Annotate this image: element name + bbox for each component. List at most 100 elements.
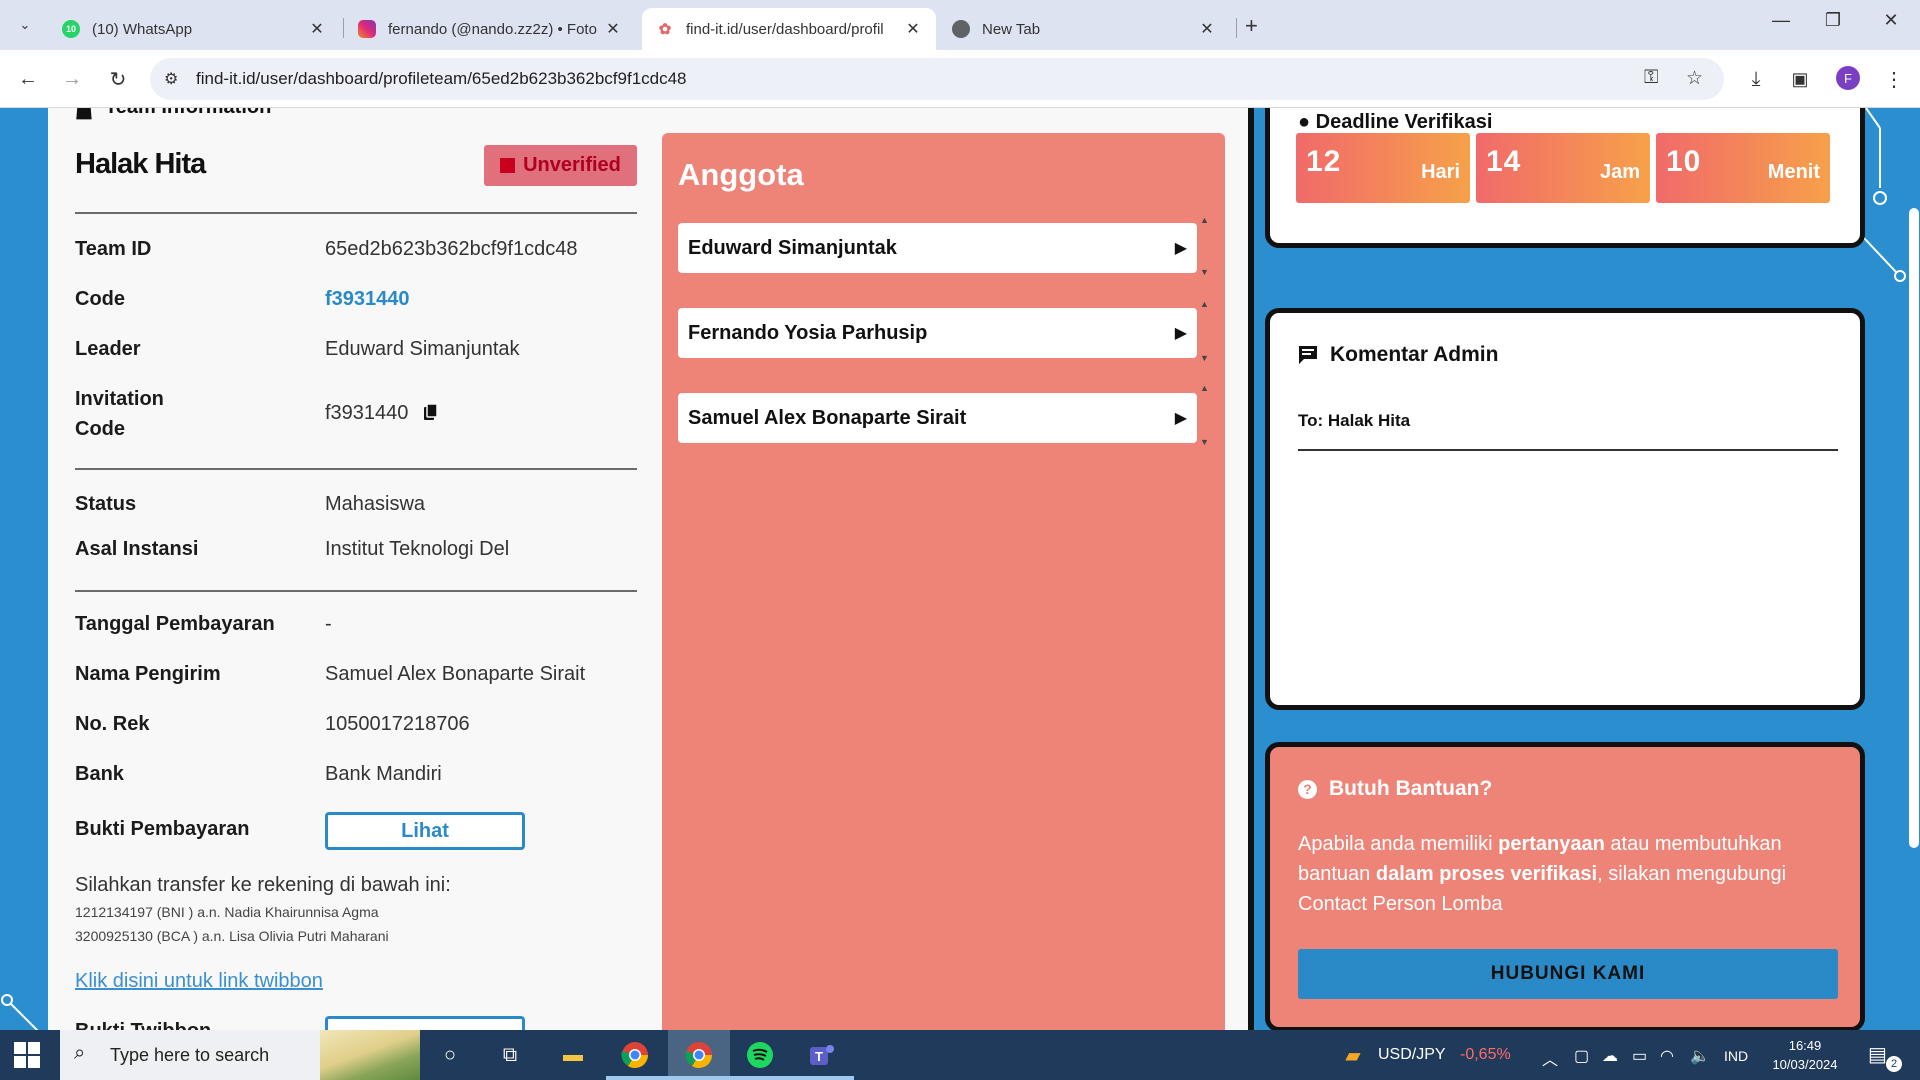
- scrollbar-thumb[interactable]: [1909, 208, 1919, 848]
- spinner-up-icon[interactable]: ▲: [1200, 215, 1209, 225]
- tab-search-button[interactable]: ⌄: [12, 12, 38, 38]
- forward-icon[interactable]: →: [58, 65, 86, 93]
- spinner-down-icon[interactable]: ▼: [1200, 437, 1209, 447]
- close-window-icon[interactable]: ✕: [1876, 10, 1906, 31]
- tab-title: New Tab: [982, 20, 1041, 38]
- url-text[interactable]: find-it.id/user/dashboard/profileteam/65…: [196, 69, 687, 89]
- site-info-icon[interactable]: ⚙: [164, 69, 178, 89]
- nama-pengirim-label: Nama Pengirim: [75, 663, 221, 685]
- lihat-button[interactable]: Lihat: [325, 812, 525, 850]
- notification-icon[interactable]: ▤: [1868, 1042, 1887, 1067]
- close-tab-icon[interactable]: ✕: [308, 19, 326, 39]
- taskbar-search[interactable]: ⌕ Type here to search: [60, 1030, 420, 1080]
- komentar-recipient: To: Halak Hita: [1298, 411, 1411, 430]
- tab-find-it[interactable]: ✿ find-it.id/user/dashboard/profil ✕: [642, 8, 936, 50]
- language-indicator[interactable]: IND: [1724, 1048, 1748, 1064]
- cortana-icon[interactable]: ○: [435, 1040, 465, 1070]
- no-rek-label: No. Rek: [75, 713, 150, 735]
- status-value: Mahasiswa: [325, 493, 426, 515]
- copy-icon[interactable]: [424, 404, 438, 422]
- bookmark-star-icon[interactable]: ☆: [1686, 67, 1703, 90]
- spinner-down-icon[interactable]: ▼: [1200, 267, 1209, 277]
- file-explorer-icon[interactable]: ▬: [558, 1040, 588, 1070]
- battery-icon[interactable]: ▭: [1632, 1046, 1647, 1066]
- hubungi-kami-button[interactable]: HUBUNGI KAMI: [1298, 949, 1838, 999]
- leader-value: Eduward Simanjuntak: [325, 338, 520, 360]
- tab-title: fernando (@nando.zz2z) • Foto: [388, 20, 597, 38]
- volume-icon[interactable]: 🔈: [1690, 1046, 1710, 1066]
- meet-now-icon[interactable]: ▢: [1574, 1046, 1589, 1066]
- team-id-label: Team ID: [75, 238, 152, 260]
- no-rek-value: 1050017218706: [325, 713, 470, 735]
- ticker-change[interactable]: -0,65%: [1460, 1046, 1511, 1064]
- system-clock[interactable]: 16:49 10/03/2024: [1768, 1036, 1842, 1074]
- chrome-profile-taskbar-icon[interactable]: [684, 1040, 714, 1070]
- expand-arrow-icon: ▶: [1174, 325, 1187, 342]
- new-tab-button[interactable]: +: [1245, 13, 1258, 39]
- spotify-icon[interactable]: [745, 1040, 775, 1070]
- close-tab-icon[interactable]: ✕: [1198, 19, 1216, 39]
- close-tab-icon[interactable]: ✕: [604, 19, 622, 39]
- spinner-down-icon[interactable]: ▼: [1200, 353, 1209, 363]
- notification-count-badge: 2: [1886, 1056, 1902, 1072]
- side-panel-icon[interactable]: ▣: [1786, 65, 1814, 93]
- column-divider: [1248, 108, 1254, 1030]
- onedrive-icon[interactable]: ☁: [1602, 1046, 1618, 1066]
- restore-icon[interactable]: ❐: [1818, 10, 1848, 31]
- member-item[interactable]: Fernando Yosia Parhusip ▶: [678, 308, 1197, 358]
- search-icon: ⌕: [74, 1042, 86, 1064]
- bukti-twibbon-label: Bukti Twibbon: [75, 1020, 211, 1030]
- tray-chevron-icon[interactable]: ︿: [1542, 1046, 1558, 1070]
- spinner-up-icon[interactable]: ▲: [1200, 383, 1209, 393]
- reload-icon[interactable]: ↻: [104, 65, 132, 93]
- bantuan-text-bold: dalam proses verifikasi: [1375, 863, 1598, 885]
- code-label: Code: [75, 288, 125, 310]
- tab-new-tab[interactable]: New Tab ✕: [938, 8, 1230, 50]
- user-icon: ☗: [75, 108, 93, 124]
- member-item[interactable]: Eduward Simanjuntak ▶: [678, 223, 1197, 273]
- download-icon[interactable]: ⤓: [1742, 65, 1770, 93]
- chrome-taskbar-icon[interactable]: [620, 1040, 650, 1070]
- url-field[interactable]: ⚙ find-it.id/user/dashboard/profileteam/…: [150, 58, 1724, 100]
- twibbon-link[interactable]: Klik disini untuk link twibbon: [75, 970, 323, 993]
- invitation-label-line1: Invitation: [75, 388, 164, 410]
- password-key-icon[interactable]: ⚿: [1644, 67, 1658, 89]
- stock-ticker-icon[interactable]: ▰: [1338, 1040, 1368, 1070]
- whatsapp-icon: 10: [62, 20, 80, 38]
- back-icon[interactable]: ←: [14, 65, 42, 93]
- decor-circuit-left: [1, 994, 39, 1030]
- windows-taskbar: ⌕ Type here to search ○ ⧉ ▬ T ▰ USD/JPY …: [0, 1030, 1920, 1080]
- minimize-icon[interactable]: —: [1766, 10, 1796, 31]
- windows-start-icon[interactable]: [14, 1042, 40, 1068]
- running-indicator: [792, 1076, 854, 1080]
- tab-instagram[interactable]: fernando (@nando.zz2z) • Foto ✕: [344, 8, 636, 50]
- tanggal-pembayaran-value: -: [325, 613, 332, 635]
- lihat-twibbon-button[interactable]: [325, 1016, 525, 1030]
- close-tab-icon[interactable]: ✕: [904, 19, 922, 39]
- running-indicator: [668, 1076, 730, 1080]
- deadline-card: ● Deadline Verifikasi 12 Hari 14 Jam 10 …: [1265, 108, 1865, 248]
- member-name: Fernando Yosia Parhusip: [688, 321, 928, 344]
- menu-kebab-icon[interactable]: ⋮: [1880, 65, 1908, 93]
- hours-number: 14: [1486, 145, 1522, 178]
- deadline-title-text: Deadline Verifikasi: [1315, 111, 1493, 133]
- asal-instansi-value: Institut Teknologi Del: [325, 538, 510, 560]
- nama-pengirim-value: Samuel Alex Bonaparte Sirait: [325, 663, 586, 685]
- profile-avatar[interactable]: F: [1836, 66, 1860, 90]
- teams-icon[interactable]: T: [807, 1040, 837, 1070]
- asal-instansi-label: Asal Instansi: [75, 538, 199, 560]
- invitation-code-value: f3931440: [325, 402, 409, 424]
- running-indicator: [730, 1076, 792, 1080]
- tab-whatsapp[interactable]: 10 (10) WhatsApp ✕: [48, 8, 340, 50]
- ticker-symbol[interactable]: USD/JPY: [1378, 1046, 1446, 1064]
- task-view-icon[interactable]: ⧉: [495, 1040, 525, 1070]
- spinner-up-icon[interactable]: ▲: [1200, 299, 1209, 309]
- member-name: Samuel Alex Bonaparte Sirait: [688, 406, 967, 429]
- page-scrollbar[interactable]: [1908, 108, 1920, 1030]
- member-item[interactable]: Samuel Alex Bonaparte Sirait ▶: [678, 393, 1197, 443]
- bukti-pembayaran-label: Bukti Pembayaran: [75, 818, 250, 840]
- wifi-icon[interactable]: ◠: [1660, 1046, 1674, 1066]
- clock-date: 10/03/2024: [1772, 1057, 1838, 1072]
- search-highlight-image: [320, 1030, 420, 1080]
- tab-title: (10) WhatsApp: [92, 20, 193, 38]
